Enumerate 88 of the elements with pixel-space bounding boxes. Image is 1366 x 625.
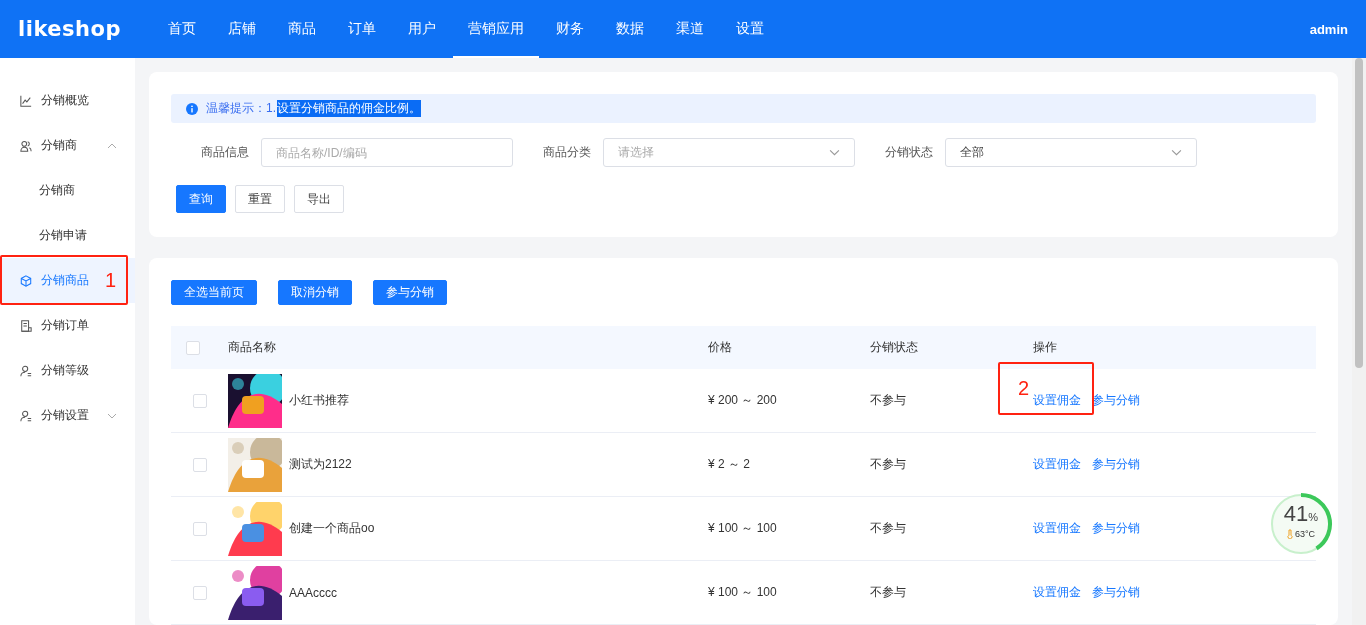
sidebar-item[interactable]: 分销商 <box>0 123 135 168</box>
status-text: 不参与 <box>870 392 907 409</box>
chevron-down-icon <box>829 149 840 156</box>
nav-tab[interactable]: 营销应用 <box>453 0 539 58</box>
sidebar-item[interactable]: 分销等级 <box>0 348 135 393</box>
sidebar-label: 分销订单 <box>41 317 89 334</box>
user-icon <box>20 409 32 422</box>
user-icon <box>20 364 32 377</box>
action-link[interactable]: 设置佣金 <box>1033 520 1081 537</box>
field-label: 商品分类 <box>542 144 591 161</box>
status-text: 不参与 <box>870 520 907 537</box>
action-link[interactable]: 设置佣金 <box>1033 392 1081 409</box>
checkbox[interactable] <box>192 521 207 536</box>
status-text: 不参与 <box>870 456 907 473</box>
annotation-number: 2 <box>1018 377 1030 400</box>
logo[interactable]: likeshop <box>18 17 153 41</box>
chevron-up-icon <box>107 142 117 149</box>
gauge-unit: % <box>1308 511 1319 523</box>
column-header: 分销状态 <box>870 339 919 356</box>
nav-tab[interactable]: 设置 <box>721 0 779 58</box>
nav-tab[interactable]: 财务 <box>541 0 599 58</box>
action-link[interactable]: 设置佣金 <box>1033 456 1081 473</box>
nav-tab[interactable]: 商品 <box>273 0 331 58</box>
sidebar-item[interactable]: 分销概览 <box>0 78 135 123</box>
price-text: ¥ 200 ～ 200 <box>708 392 778 409</box>
action-link[interactable]: 参与分销 <box>1092 520 1140 537</box>
sidebar-label: 分销商 <box>41 137 77 154</box>
checkbox[interactable] <box>192 457 207 472</box>
select-field[interactable]: 全部 <box>945 138 1197 167</box>
checkbox[interactable] <box>192 393 207 408</box>
sidebar-item[interactable]: 分销商品 1 <box>0 258 135 303</box>
checkbox[interactable] <box>192 585 207 600</box>
filter-button[interactable]: 查询 <box>176 185 226 213</box>
sidebar-label: 分销商品 <box>41 272 89 289</box>
annotation-number: 1 <box>104 268 116 292</box>
select-field[interactable]: 请选择 <box>603 138 855 167</box>
filter-button[interactable]: 重置 <box>235 185 285 213</box>
selected-text: 设置分销商品的佣金比例。 <box>277 100 421 117</box>
product-name: AAAcccc <box>289 585 337 600</box>
gauge-track <box>1271 494 1331 554</box>
action-button[interactable]: 全选当前页 <box>171 280 257 305</box>
nav-tab[interactable]: 渠道 <box>661 0 719 58</box>
sidebar-item[interactable]: 分销设置 <box>0 393 135 438</box>
users-icon <box>20 139 32 152</box>
column-header: 操作 <box>1033 339 1057 356</box>
chart-icon <box>20 94 32 107</box>
column-header: 价格 <box>708 339 733 356</box>
user-name[interactable]: admin <box>1309 21 1348 37</box>
nav-tab[interactable]: 订单 <box>333 0 391 58</box>
column-header: 商品名称 <box>228 339 277 356</box>
status-text: 不参与 <box>870 584 907 601</box>
nav-tab[interactable]: 数据 <box>601 0 659 58</box>
field-label: 商品信息 <box>200 144 249 161</box>
field-label: 分销状态 <box>884 144 933 161</box>
nav-tab[interactable]: 用户 <box>393 0 451 58</box>
sidebar-subitem[interactable]: 分销申请 <box>0 213 135 258</box>
action-link[interactable]: 参与分销 <box>1092 392 1140 409</box>
filter-button[interactable]: 导出 <box>294 185 344 213</box>
product-name: 小红书推荐 <box>289 392 349 409</box>
action-link[interactable]: 设置佣金 <box>1033 584 1081 601</box>
action-button[interactable]: 参与分销 <box>373 280 447 305</box>
document-icon <box>20 319 32 332</box>
input-field[interactable]: 商品名称/ID/编码 <box>261 138 513 167</box>
sidebar-item[interactable]: 分销订单 <box>0 303 135 348</box>
chevron-down-icon <box>1171 149 1182 156</box>
sidebar-label: 分销等级 <box>41 362 89 379</box>
scrollbar[interactable] <box>1352 58 1366 625</box>
action-link[interactable]: 参与分销 <box>1092 456 1140 473</box>
temperature-text: 63°C <box>1294 529 1316 539</box>
nav-tab[interactable]: 店铺 <box>213 0 271 58</box>
tip-text: 温馨提示：1. <box>206 100 276 117</box>
price-text: ¥ 2 ～ 2 <box>708 456 752 473</box>
gauge-value: 41 <box>1283 501 1309 526</box>
checkbox[interactable] <box>185 340 200 355</box>
sidebar-subitem[interactable]: 分销商 <box>0 168 135 213</box>
thermometer-icon <box>1286 529 1293 539</box>
action-button[interactable]: 取消分销 <box>278 280 352 305</box>
nav-tab[interactable]: 首页 <box>153 0 211 58</box>
chevron-down-icon <box>107 412 117 419</box>
price-text: ¥ 100 ～ 100 <box>708 520 778 537</box>
cube-icon <box>20 274 32 287</box>
sidebar-label: 分销概览 <box>41 92 89 109</box>
info-icon <box>186 102 198 115</box>
product-name: 创建一个商品oo <box>289 520 375 537</box>
price-text: ¥ 100 ～ 100 <box>708 584 778 601</box>
sidebar-label: 分销设置 <box>41 407 89 424</box>
action-link[interactable]: 参与分销 <box>1092 584 1140 601</box>
product-name: 测试为2122 <box>289 456 352 473</box>
